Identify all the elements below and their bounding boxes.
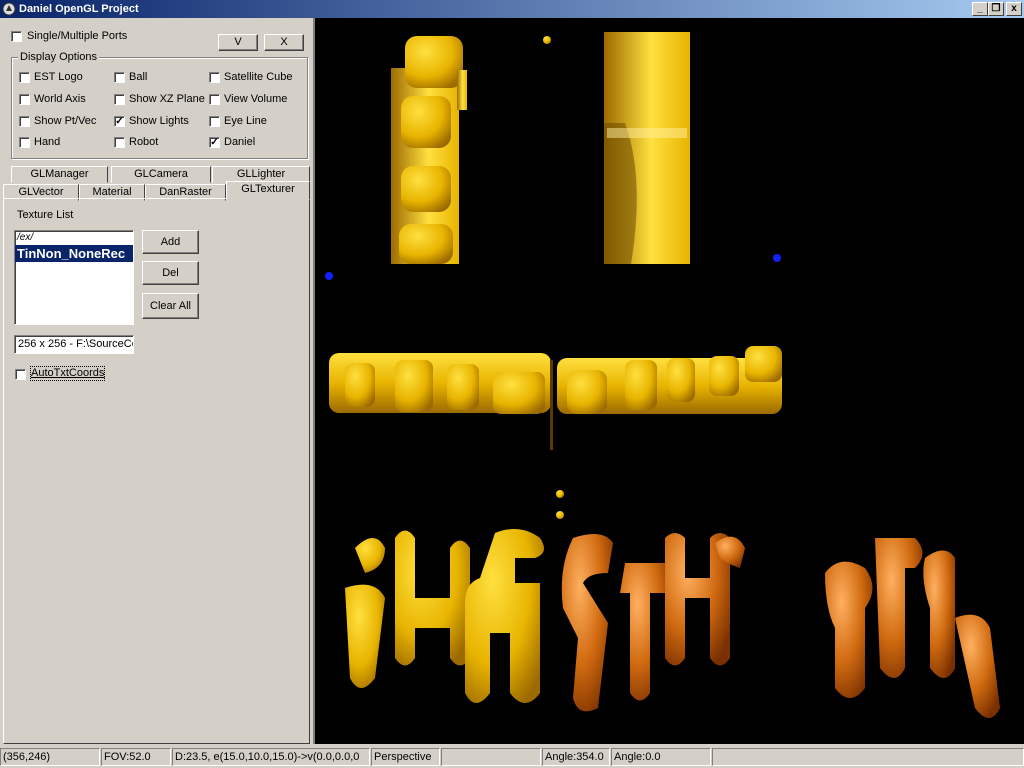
auto-txt-coords-checkbox[interactable] <box>15 369 26 380</box>
viewport-middle <box>329 346 782 519</box>
close-button[interactable]: x <box>1006 2 1022 16</box>
minimize-button[interactable]: _ <box>972 2 988 16</box>
checkbox-show-xz-plane[interactable] <box>114 94 125 105</box>
texture-list-label: Texture List <box>17 209 74 221</box>
label-view-volume: View Volume <box>224 93 288 105</box>
v-button[interactable]: V <box>218 34 258 51</box>
checkbox-satellite-cube[interactable] <box>209 72 220 83</box>
status-angle-2: Angle:0.0 <box>611 748 711 766</box>
list-item[interactable]: /ex/ <box>15 231 133 245</box>
label-show-pt-vec: Show Pt/Vec <box>34 115 97 127</box>
checkbox-robot[interactable] <box>114 137 125 148</box>
del-button[interactable]: Del <box>142 261 199 285</box>
restore-button[interactable]: ❐ <box>988 2 1004 16</box>
status-angle-1: Angle:354.0 <box>542 748 610 766</box>
x-button[interactable]: X <box>264 34 304 51</box>
list-item-selected[interactable]: TinNon_NoneRec <box>15 245 133 262</box>
clear-all-button[interactable]: Clear All <box>142 293 199 319</box>
label-eye-line: Eye Line <box>224 115 267 127</box>
auto-txt-coords-label: AutoTxtCoords <box>29 366 106 381</box>
label-daniel: Daniel <box>224 136 256 148</box>
label-show-lights: Show Lights <box>129 115 189 127</box>
checkbox-eye-line[interactable] <box>209 116 220 127</box>
label-ball: Ball <box>129 71 148 83</box>
scene-render <box>325 32 1000 718</box>
label-show-xz-plane: Show XZ Plane <box>129 93 205 105</box>
status-camera: D:23.5, e(15.0,10.0,15.0)->v(0.0,0.0,0 <box>172 748 370 766</box>
label-hand: Hand <box>34 136 61 148</box>
label-satellite-cube: Satellite Cube <box>224 71 293 83</box>
viewport-top-right <box>604 32 781 264</box>
checkbox-view-volume[interactable] <box>209 94 220 105</box>
checkbox-hand[interactable] <box>19 137 30 148</box>
label-est-logo: EST Logo <box>34 71 83 83</box>
opengl-viewport[interactable] <box>313 18 1024 744</box>
viewport-bottom <box>345 529 1000 718</box>
tab-glcamera[interactable]: GLCamera <box>111 166 211 183</box>
viewport-top-left <box>391 36 551 264</box>
status-empty <box>441 748 541 766</box>
add-button[interactable]: Add <box>142 230 199 254</box>
checkbox-daniel[interactable]: ✓ <box>209 137 220 148</box>
texture-list[interactable]: /ex/ TinNon_NoneRec <box>14 230 134 325</box>
window-title: Daniel OpenGL Project <box>19 3 139 15</box>
display-options-title: Display Options <box>18 51 100 63</box>
checkbox-show-pt-vec[interactable] <box>19 116 30 127</box>
status-mouse-coords: (356,246) <box>0 748 100 766</box>
texture-info-field[interactable]: 256 x 256 - F:\SourceCo <box>14 335 134 354</box>
checkbox-ball[interactable] <box>114 72 125 83</box>
tab-gltexturer[interactable]: GLTexturer <box>226 181 310 200</box>
light-marker <box>325 272 333 280</box>
checkbox-show-lights[interactable]: ✓ <box>114 116 125 127</box>
app-icon <box>2 2 16 16</box>
single-multiple-checkbox[interactable] <box>11 31 22 42</box>
light-marker <box>773 254 781 262</box>
tab-glmanager[interactable]: GLManager <box>11 166 108 183</box>
title-bar[interactable]: Daniel OpenGL Project _ ❐ x <box>0 0 1024 18</box>
status-bar: (356,246) FOV:52.0 D:23.5, e(15.0,10.0,1… <box>0 746 1024 768</box>
single-multiple-label: Single/Multiple Ports <box>27 30 128 42</box>
label-world-axis: World Axis <box>34 93 86 105</box>
status-fov: FOV:52.0 <box>101 748 171 766</box>
checkbox-world-axis[interactable] <box>19 94 30 105</box>
checkbox-est-logo[interactable] <box>19 72 30 83</box>
label-robot: Robot <box>129 136 159 148</box>
status-projection: Perspective <box>371 748 440 766</box>
status-extra <box>712 748 1024 766</box>
